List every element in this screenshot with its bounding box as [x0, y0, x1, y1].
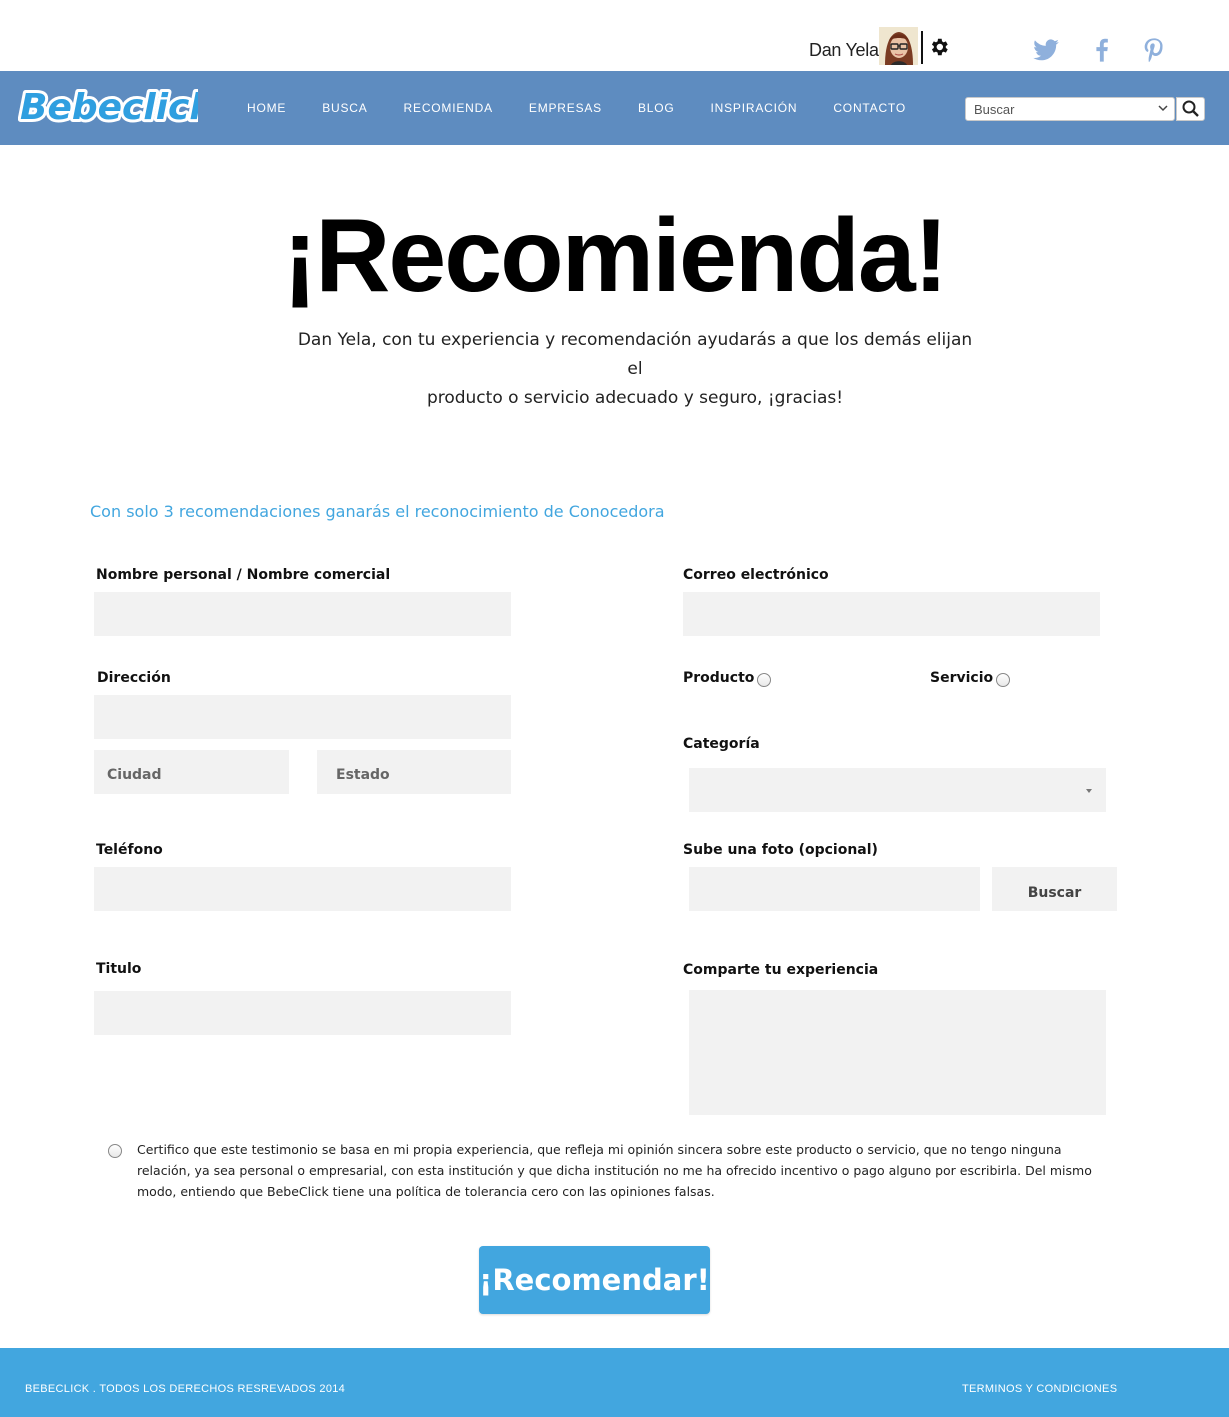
- photo-label: Sube una foto (opcional): [683, 842, 878, 858]
- nav-item-empresas[interactable]: EMPRESAS: [529, 101, 602, 115]
- nav-item-blog[interactable]: BLOG: [638, 101, 675, 115]
- product-label: Producto: [683, 670, 755, 686]
- state-field[interactable]: Estado: [317, 750, 511, 794]
- caret-down-icon: [1086, 789, 1092, 793]
- page-title: ¡Recomienda!: [282, 198, 949, 314]
- user-name[interactable]: Dan Yela: [809, 40, 879, 61]
- name-label: Nombre personal / Nombre comercial: [96, 567, 391, 583]
- search-icon: [1182, 100, 1199, 117]
- title-field[interactable]: [94, 991, 511, 1035]
- photo-field[interactable]: [689, 867, 980, 911]
- search-select[interactable]: Buscar: [965, 97, 1175, 121]
- nav-item-busca[interactable]: BUSCA: [322, 101, 367, 115]
- city-placeholder: Ciudad: [107, 767, 162, 783]
- service-label: Servicio: [930, 670, 994, 686]
- terms-link[interactable]: TERMINOS Y CONDICIONES: [962, 1383, 1117, 1395]
- name-field[interactable]: [94, 592, 511, 636]
- subtitle-line-1: Dan Yela, con tu experiencia y recomenda…: [297, 330, 973, 379]
- footer: BEBECLICK . TODOS LOS DERECHOS RESREVADO…: [0, 1348, 1229, 1417]
- state-placeholder: Estado: [336, 767, 390, 783]
- category-select[interactable]: [689, 768, 1106, 812]
- experience-textarea[interactable]: [689, 990, 1106, 1115]
- page-subtitle: Dan Yela, con tu experiencia y recomenda…: [290, 326, 980, 413]
- bebeclick-logo[interactable]: Bebeclick Bebeclick: [17, 81, 218, 131]
- nav-item-recomienda[interactable]: RECOMIENDA: [404, 101, 493, 115]
- experience-label: Comparte tu experiencia: [683, 962, 879, 978]
- nav-item-home[interactable]: HOME: [247, 101, 286, 115]
- subtitle-line-2: producto o servicio adecuado y seguro, ¡…: [426, 388, 844, 408]
- service-radio[interactable]: [996, 673, 1010, 687]
- address-field[interactable]: [94, 695, 511, 739]
- logo-text-fill: Bebeclick: [20, 87, 198, 128]
- search-button[interactable]: [1176, 97, 1205, 121]
- facebook-icon[interactable]: [1088, 36, 1116, 64]
- chevron-down-icon: [1158, 105, 1168, 112]
- product-radio[interactable]: [757, 673, 771, 687]
- gear-icon[interactable]: [928, 36, 950, 58]
- browse-button[interactable]: Buscar: [992, 867, 1117, 911]
- user-avatar[interactable]: [879, 27, 918, 65]
- title-label: Titulo: [96, 961, 142, 977]
- certify-text: Certifico que este testimonio se basa en…: [137, 1142, 1092, 1199]
- category-label: Categoría: [683, 736, 760, 752]
- nav-item-contacto[interactable]: CONTACTO: [833, 101, 906, 115]
- footer-copyright: BEBECLICK . TODOS LOS DERECHOS RESREVADO…: [25, 1383, 346, 1395]
- twitter-icon[interactable]: [1032, 36, 1060, 64]
- search-placeholder: Buscar: [974, 102, 1015, 117]
- email-label: Correo electrónico: [683, 567, 829, 583]
- city-field[interactable]: Ciudad: [94, 750, 289, 794]
- email-field[interactable]: [683, 592, 1100, 636]
- address-label: Dirección: [97, 670, 171, 686]
- phone-field[interactable]: [94, 867, 511, 911]
- top-bar: Dan Yela: [0, 0, 1229, 71]
- pinterest-icon[interactable]: [1140, 36, 1168, 64]
- submit-button[interactable]: ¡Recomendar!: [479, 1246, 710, 1314]
- promo-text: Con solo 3 recomendaciones ganarás el re…: [90, 502, 665, 521]
- certify-radio[interactable]: [108, 1144, 122, 1158]
- divider: [921, 31, 923, 64]
- main-navbar: Bebeclick Bebeclick HOME BUSCA RECOMIEND…: [0, 71, 1229, 145]
- nav-item-inspiracion[interactable]: INSPIRACIÓN: [711, 101, 798, 115]
- nav-menu: HOME BUSCA RECOMIENDA EMPRESAS BLOG INSP…: [247, 71, 942, 145]
- phone-label: Teléfono: [96, 842, 163, 858]
